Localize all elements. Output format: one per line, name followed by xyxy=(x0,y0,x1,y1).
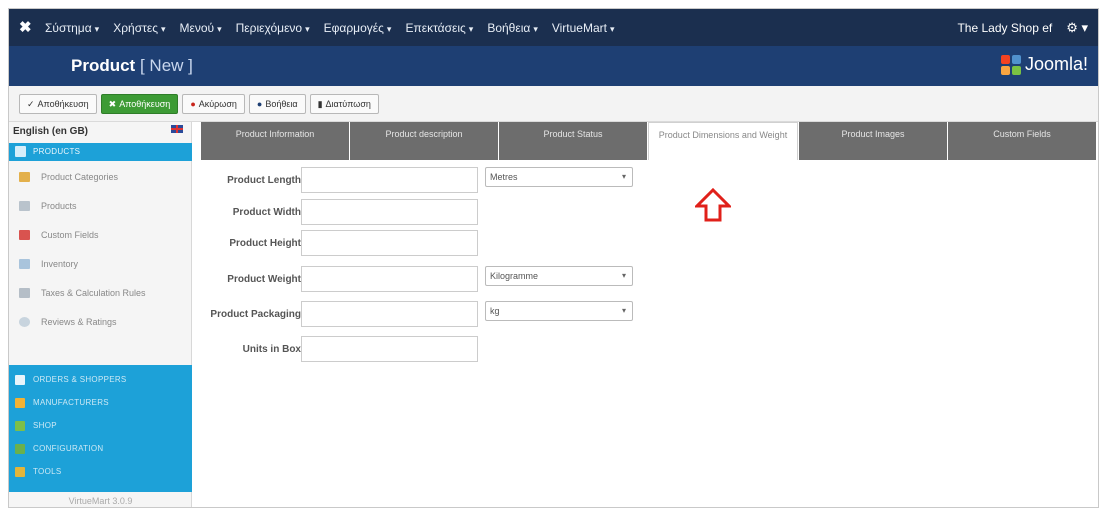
product-width-input[interactable] xyxy=(301,199,478,225)
menu-system[interactable]: Σύστημα ▾ xyxy=(45,21,99,35)
tab-product-information[interactable]: Product Information xyxy=(201,122,349,160)
shop-icon xyxy=(15,421,25,431)
menu-users[interactable]: Χρήστες ▾ xyxy=(113,21,165,35)
cancel-button[interactable]: ● Ακύρωση xyxy=(182,93,245,114)
menu-help[interactable]: Βοήθεια ▾ xyxy=(487,21,538,35)
sidebar-item-product-categories[interactable]: Product Categories xyxy=(9,164,192,190)
manufacturers-icon xyxy=(15,398,25,408)
sidebar-section-products[interactable]: PRODUCTS xyxy=(9,143,192,161)
save-close-button[interactable]: ✖ Αποθήκευση xyxy=(100,93,179,114)
length-label: Product Length xyxy=(227,175,301,186)
sidebar-sections: ORDERS & SHOPPERS MANUFACTURERS SHOP CON… xyxy=(9,365,192,492)
tab-custom-fields[interactable]: Custom Fields xyxy=(948,122,1096,160)
folder-icon xyxy=(19,172,30,182)
gear-icon[interactable]: ⚙ ▾ xyxy=(1066,20,1088,36)
language-label[interactable]: English (en GB) xyxy=(13,126,88,137)
sidebar-section-tools[interactable]: TOOLS xyxy=(9,461,192,483)
weight-label: Product Weight xyxy=(227,274,301,285)
sidebar-item-products[interactable]: Products xyxy=(9,193,192,219)
sidebar: English (en GB) PRODUCTS Product Categor… xyxy=(9,122,192,507)
sidebar-section-manufacturers[interactable]: MANUFACTURERS xyxy=(9,392,192,414)
sidebar-item-reviews[interactable]: Reviews & Ratings xyxy=(9,309,192,335)
version-label: VirtueMart 3.0.9 xyxy=(68,496,133,506)
red-arrow-up-icon xyxy=(695,188,731,222)
chevron-down-icon: ▾ xyxy=(621,172,626,181)
products-section-icon xyxy=(15,146,26,157)
tab-product-status[interactable]: Product Status xyxy=(499,122,647,160)
packaging-label: Product Packaging xyxy=(210,309,301,320)
uk-flag-icon xyxy=(171,125,183,133)
menu-virtuemart[interactable]: VirtueMart ▾ xyxy=(552,21,615,35)
cancel-icon: ● xyxy=(190,98,196,109)
weight-unit-select[interactable]: Kilogramme ▾ xyxy=(485,266,633,286)
admin-menu-bar: ✖ Σύστημα ▾ Χρήστες ▾ Μενού ▾ Περιεχόμενο ▾ … xyxy=(9,9,1098,46)
width-row: Product Width xyxy=(201,199,301,225)
tab-product-images[interactable]: Product Images xyxy=(799,122,947,160)
packaging-unit-select[interactable]: kg ▾ xyxy=(485,301,633,321)
joomla-logo: Joomla! xyxy=(1000,54,1088,75)
width-label: Product Width xyxy=(232,207,301,218)
help-icon: ● xyxy=(256,98,263,109)
sidebar-item-taxes[interactable]: Taxes & Calculation Rules xyxy=(9,280,192,306)
menu-components[interactable]: Εφαρμογές ▾ xyxy=(324,21,392,35)
packaging-row: Product Packaging xyxy=(201,301,301,327)
product-weight-input[interactable] xyxy=(301,266,478,292)
menu-content[interactable]: Περιεχόμενο ▾ xyxy=(236,21,310,35)
chevron-down-icon: ▾ xyxy=(621,306,626,315)
sidebar-section-orders[interactable]: ORDERS & SHOPPERS xyxy=(9,369,192,391)
height-label: Product Height xyxy=(229,238,301,249)
orders-icon xyxy=(15,375,25,385)
tab-product-dimensions-weight[interactable]: Product Dimensions and Weight xyxy=(648,122,798,160)
length-row: Product Length xyxy=(201,167,301,193)
product-tabs: Product Information Product description … xyxy=(201,122,1097,160)
page-title: Product [ New ] xyxy=(71,56,193,75)
browser-frame: ✖ Σύστημα ▾ Χρήστες ▾ Μενού ▾ Περιεχόμενο ▾ … xyxy=(8,8,1099,508)
configuration-icon xyxy=(15,444,25,454)
chevron-down-icon: ▾ xyxy=(621,271,626,280)
page-header: Product [ New ] Joomla! xyxy=(9,46,1098,86)
sidebar-section-shop[interactable]: SHOP xyxy=(9,415,192,437)
save-button[interactable]: ✓ Αποθήκευση xyxy=(19,93,97,114)
menu-extensions[interactable]: Επεκτάσεις ▾ xyxy=(405,21,473,35)
tools-icon xyxy=(15,467,25,477)
units-row: Units in Box xyxy=(201,336,301,362)
menu-menus[interactable]: Μενού ▾ xyxy=(180,21,222,35)
check-icon: ✓ xyxy=(27,98,35,109)
reviews-icon xyxy=(19,317,30,327)
sidebar-section-configuration[interactable]: CONFIGURATION xyxy=(9,438,192,460)
action-toolbar: ✓ Αποθήκευση ✖ Αποθήκευση ● Ακύρωση ● Βοήθει… xyxy=(9,86,1098,122)
sidebar-item-custom-fields[interactable]: Custom Fields xyxy=(9,222,192,248)
product-length-input[interactable] xyxy=(301,167,478,193)
custom-fields-icon xyxy=(19,230,30,240)
taxes-icon xyxy=(19,288,30,298)
units-label: Units in Box xyxy=(242,344,301,355)
tab-product-description[interactable]: Product description xyxy=(350,122,498,160)
inventory-icon xyxy=(19,259,30,269)
units-in-box-input[interactable] xyxy=(301,336,478,362)
sidebar-item-inventory[interactable]: Inventory xyxy=(9,251,192,277)
preview-button[interactable]: ▮ Διατύπωση xyxy=(309,93,379,114)
help-button[interactable]: ● Βοήθεια xyxy=(248,93,306,114)
products-icon xyxy=(19,201,30,211)
joomla-logo-icon xyxy=(1000,54,1021,75)
joomla-menu-icon[interactable]: ✖ xyxy=(19,19,35,36)
site-name-link[interactable]: The Lady Shop ef xyxy=(957,21,1052,35)
lock-icon: ▮ xyxy=(317,98,323,109)
length-unit-select[interactable]: Metres ▾ xyxy=(485,167,633,187)
height-row: Product Height xyxy=(201,230,301,256)
save-icon: ✖ xyxy=(108,98,117,109)
product-height-input[interactable] xyxy=(301,230,478,256)
weight-row: Product Weight xyxy=(201,266,301,292)
product-packaging-input[interactable] xyxy=(301,301,478,327)
